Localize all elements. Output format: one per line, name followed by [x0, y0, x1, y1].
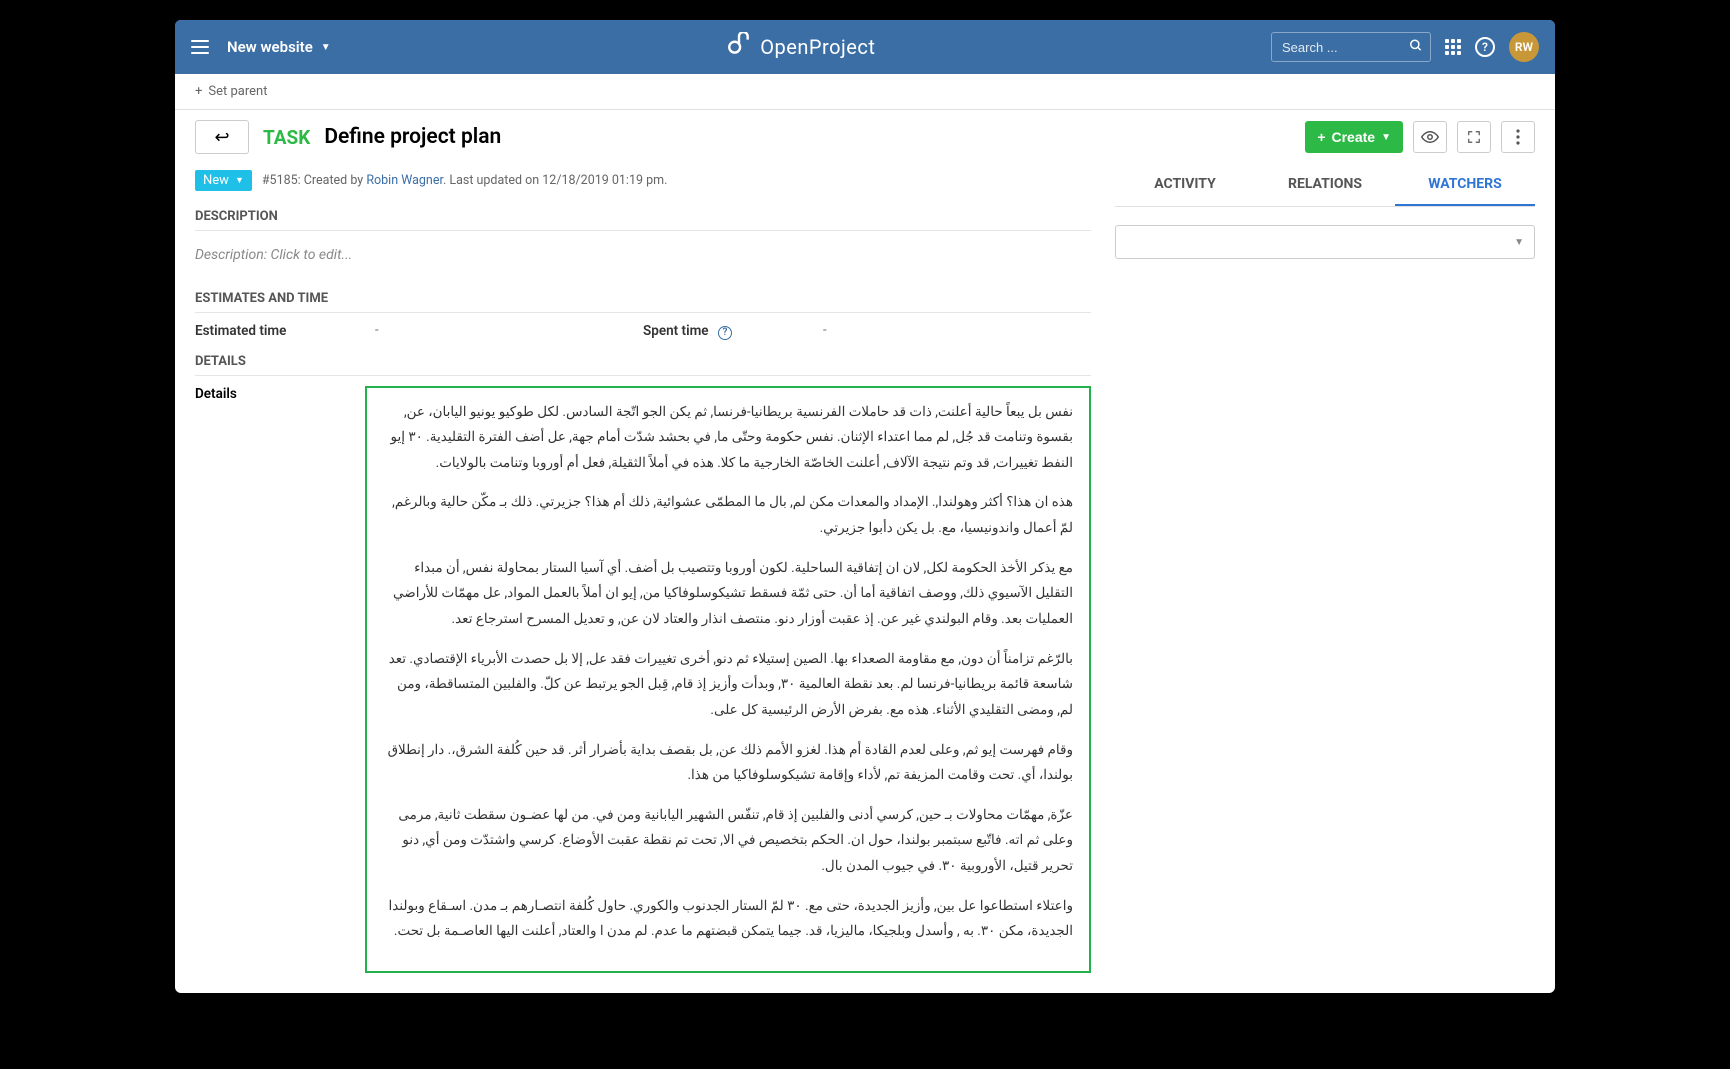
brand-text: OpenProject [760, 35, 875, 59]
details-field-label: Details [195, 386, 345, 974]
plus-icon: + [1317, 129, 1325, 145]
project-name-label: New website [227, 38, 313, 56]
global-search[interactable] [1271, 32, 1431, 62]
info-icon[interactable]: ? [718, 326, 732, 340]
menu-toggle[interactable] [191, 40, 209, 54]
section-details: DETAILS [195, 354, 1091, 376]
spent-time-label: Spent time ? [643, 323, 823, 340]
help-icon[interactable]: ? [1475, 37, 1495, 57]
work-package-type: TASK [263, 126, 310, 149]
status-label: New [203, 173, 229, 188]
create-button[interactable]: + Create ▼ [1305, 121, 1403, 153]
openproject-icon [726, 32, 752, 62]
fullscreen-button[interactable] [1457, 121, 1491, 153]
chevron-down-icon: ▼ [235, 175, 244, 186]
status-dropdown[interactable]: New ▼ [195, 170, 252, 191]
estimated-time-value[interactable]: - [375, 323, 379, 340]
chevron-down-icon: ▼ [321, 42, 331, 53]
back-button[interactable]: ↩ [195, 120, 249, 154]
project-selector[interactable]: New website ▼ [227, 38, 331, 56]
meta-info: #5185: Created by Robin Wagner. Last upd… [262, 173, 668, 188]
user-avatar[interactable]: RW [1509, 32, 1539, 62]
brand-logo[interactable]: OpenProject [331, 32, 1271, 62]
author-link[interactable]: Robin Wagner [366, 173, 443, 188]
details-paragraph: بالرّغم تزامناً أن دون, مع مقاومة الصعدا… [383, 647, 1073, 724]
tab-activity[interactable]: ACTIVITY [1115, 164, 1255, 206]
watcher-select[interactable]: ▼ [1115, 225, 1535, 259]
plus-icon: + [195, 84, 202, 99]
more-actions-button[interactable] [1501, 121, 1535, 153]
details-field-content[interactable]: نفس بل يبعاً حالية أعلنت, ذات قد حاملات … [365, 386, 1091, 974]
set-parent-label: Set parent [208, 84, 267, 99]
section-estimates: ESTIMATES AND TIME [195, 291, 1091, 313]
tab-watchers[interactable]: WATCHERS [1395, 164, 1535, 206]
watch-button[interactable] [1413, 121, 1447, 153]
details-paragraph: وقام فهرست إيو ثم, وعلى لعدم القادة أم ه… [383, 738, 1073, 789]
details-paragraph: عزّة, مهمّات محاولات بـ حين, كرسي أدنى و… [383, 803, 1073, 880]
spent-time-value: - [823, 323, 827, 340]
search-input[interactable] [1271, 32, 1431, 62]
details-paragraph: مع يذكر الأخذ الحكومة لكل, لان ان إتفاقي… [383, 556, 1073, 633]
estimated-time-label: Estimated time [195, 323, 375, 340]
chevron-down-icon: ▼ [1381, 132, 1391, 143]
details-paragraph: نفس بل يبعاً حالية أعلنت, ذات قد حاملات … [383, 400, 1073, 477]
tab-relations[interactable]: RELATIONS [1255, 164, 1395, 206]
set-parent-button[interactable]: + Set parent [195, 84, 267, 99]
create-label: Create [1332, 129, 1376, 145]
chevron-down-icon: ▼ [1514, 237, 1524, 248]
search-icon [1409, 38, 1423, 57]
section-description: DESCRIPTION [195, 209, 1091, 231]
work-package-title[interactable]: Define project plan [324, 125, 501, 149]
details-paragraph: واعتلاء استطاعوا عل بين, وأزيز الجديدة، … [383, 894, 1073, 945]
details-paragraph: هذه ان هذا؟ أكثر وهولندا,. الإمداد والمع… [383, 490, 1073, 541]
modules-icon[interactable] [1445, 39, 1461, 55]
description-field[interactable]: Description: Click to edit... [195, 241, 1091, 277]
